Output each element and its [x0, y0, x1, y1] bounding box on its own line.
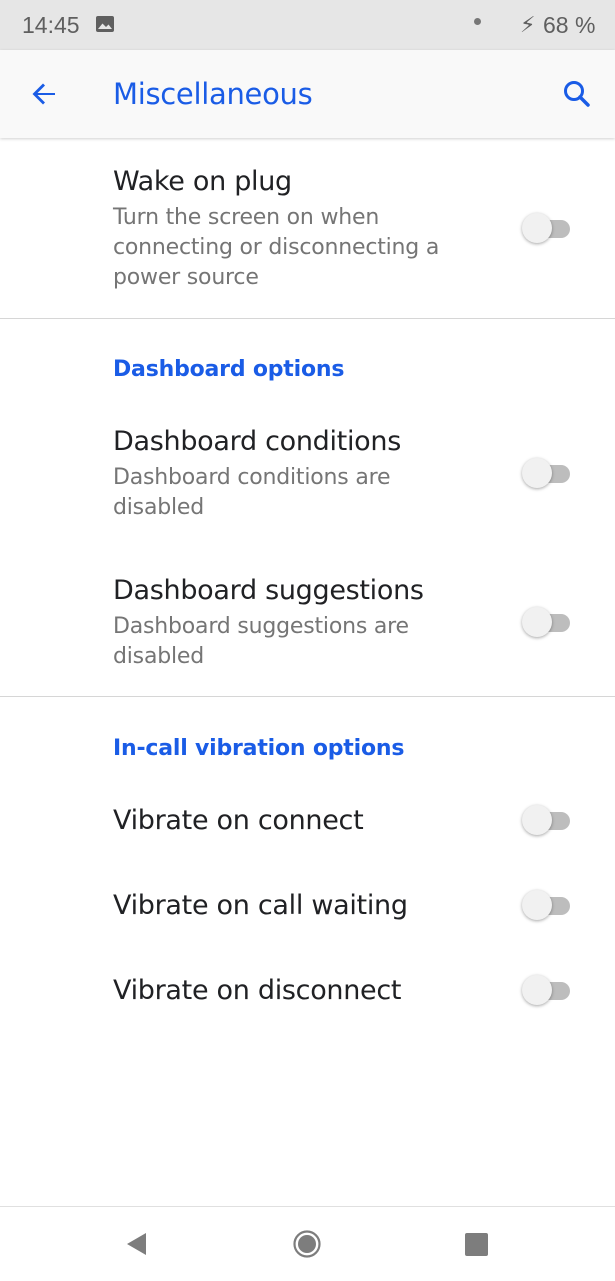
switch-thumb: [522, 458, 552, 488]
status-bar: 14:45 ⚡︎ 68 %: [0, 0, 615, 50]
switch-thumb: [522, 213, 552, 243]
wake-on-plug-switch[interactable]: [522, 212, 572, 244]
setting-title: Wake on plug: [113, 166, 292, 197]
back-button[interactable]: [22, 72, 66, 116]
setting-summary: Dashboard conditions are disabled: [113, 465, 391, 520]
nav-recents-icon[interactable]: [465, 1233, 488, 1256]
page-title: Miscellaneous: [113, 77, 313, 111]
search-icon: [555, 81, 599, 120]
app-bar: Miscellaneous: [0, 50, 615, 138]
dashboard-conditions-switch[interactable]: [522, 457, 572, 489]
setting-title: Dashboard suggestions: [113, 575, 424, 606]
switch-thumb: [522, 607, 552, 637]
setting-title: Vibrate on disconnect: [113, 975, 402, 1006]
setting-summary: Turn the screen on when connecting or di…: [113, 205, 440, 290]
setting-summary: Dashboard suggestions are disabled: [113, 614, 409, 669]
dashboard-suggestions-switch[interactable]: [522, 606, 572, 638]
nav-back-icon[interactable]: [124, 1231, 150, 1257]
setting-title: Dashboard conditions: [113, 426, 401, 457]
notification-dot-icon: [474, 18, 481, 25]
vibrate-on-disconnect-switch[interactable]: [522, 974, 572, 1006]
charging-icon: ⚡︎: [520, 12, 536, 37]
arrow-back-icon: [22, 83, 66, 120]
battery-percentage: 68 %: [543, 12, 596, 38]
divider: [0, 696, 615, 697]
setting-title: Vibrate on call waiting: [113, 890, 408, 921]
vibrate-on-connect-switch[interactable]: [522, 804, 572, 836]
setting-title: Vibrate on connect: [113, 805, 364, 836]
switch-thumb: [522, 890, 552, 920]
switch-thumb: [522, 805, 552, 835]
nav-home-icon[interactable]: [293, 1230, 321, 1258]
vibrate-on-call-waiting-switch[interactable]: [522, 889, 572, 921]
section-header-dashboard: Dashboard options: [113, 357, 345, 382]
divider: [0, 318, 615, 319]
navigation-bar: [0, 1206, 615, 1281]
switch-thumb: [522, 975, 552, 1005]
status-time: 14:45: [22, 12, 80, 38]
section-header-vibration: In-call vibration options: [113, 736, 405, 761]
image-icon: [96, 16, 114, 32]
search-button[interactable]: [555, 72, 599, 116]
